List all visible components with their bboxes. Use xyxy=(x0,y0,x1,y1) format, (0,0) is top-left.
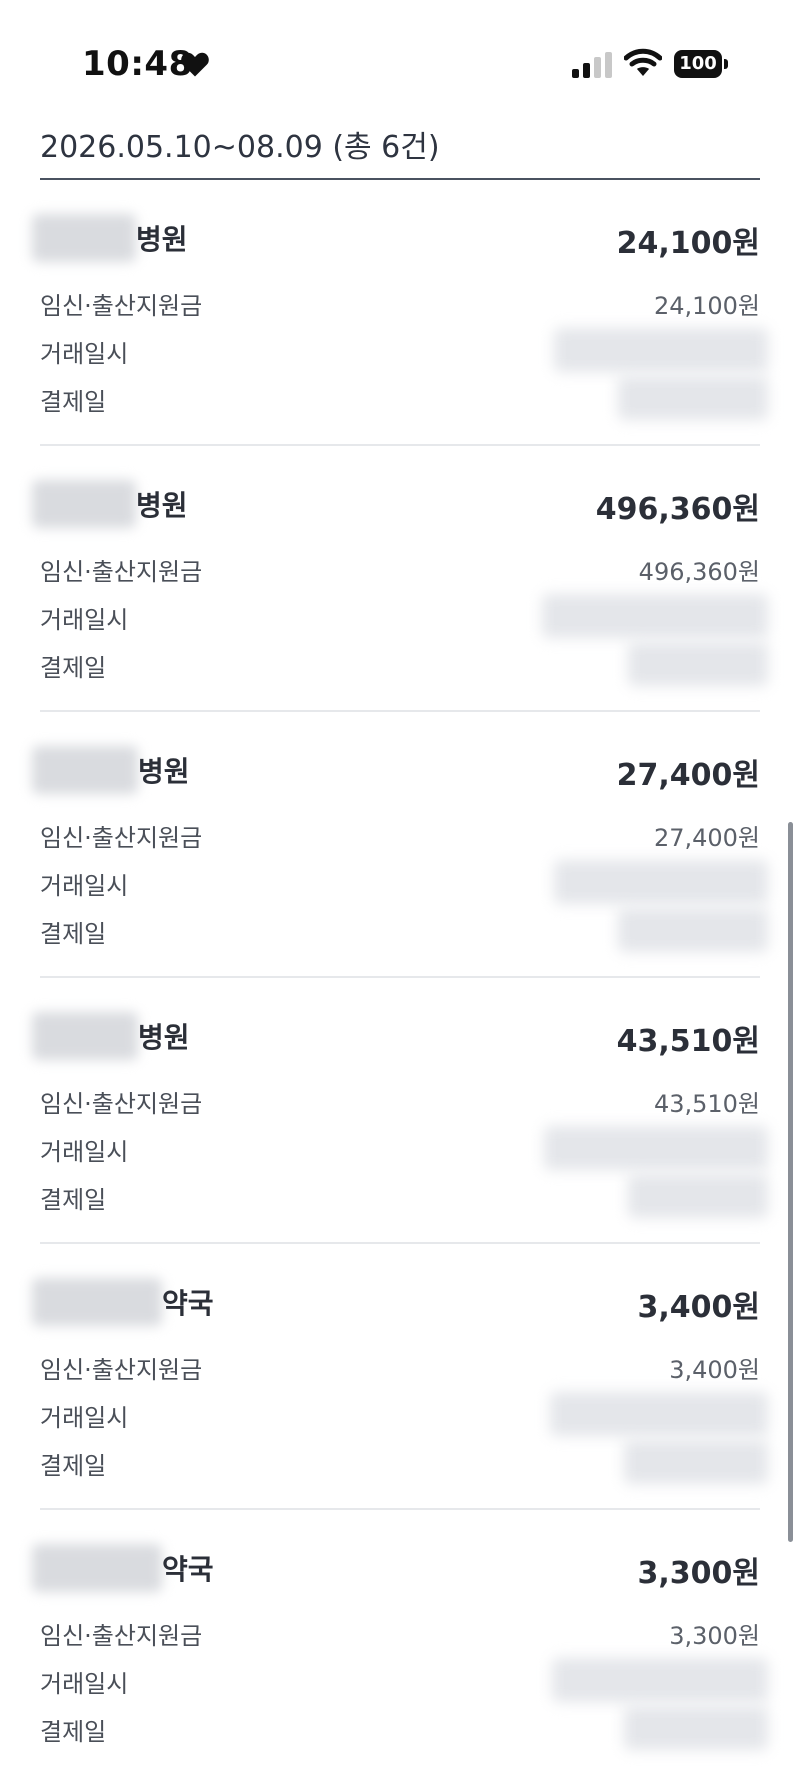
transaction-time-label: 거래일시 xyxy=(40,1670,129,1698)
merchant-row: 약국 3,300원 xyxy=(32,1544,760,1592)
transaction-card[interactable]: 병원 27,400원 임신·출산지원금 27,400원 거래일시 결제일 xyxy=(32,712,768,978)
transaction-time-label: 거래일시 xyxy=(40,340,129,368)
support-row: 임신·출산지원금 43,510원 xyxy=(40,1084,760,1118)
merchant-name-redacted xyxy=(32,746,138,794)
merchant-row: 병원 496,360원 xyxy=(32,480,760,528)
payment-date-redacted xyxy=(618,376,768,420)
transaction-time-redacted xyxy=(554,860,768,904)
transaction-time-label: 거래일시 xyxy=(40,1138,129,1166)
support-label: 임신·출산지원금 xyxy=(40,1622,203,1650)
merchant-name: 병원 xyxy=(138,755,190,788)
transaction-card[interactable]: 병원 496,360원 임신·출산지원금 496,360원 거래일시 결제일 xyxy=(32,446,768,712)
support-row: 임신·출산지원금 3,300원 xyxy=(40,1616,760,1650)
cellular-signal-icon xyxy=(572,52,612,78)
transaction-list: 병원 24,100원 임신·출산지원금 24,100원 거래일시 결제일 병원 496,360… xyxy=(32,180,768,1774)
merchant-name: 약국 xyxy=(162,1287,214,1320)
support-label: 임신·출산지원금 xyxy=(40,1090,203,1118)
payment-date-redacted xyxy=(628,1174,768,1218)
transaction-time-label: 거래일시 xyxy=(40,872,129,900)
payment-date-redacted xyxy=(628,642,768,686)
payment-date-label: 결제일 xyxy=(40,920,107,948)
support-amount: 496,360원 xyxy=(638,558,760,586)
merchant-name: 약국 xyxy=(162,1553,214,1586)
support-row: 임신·출산지원금 24,100원 xyxy=(40,286,760,320)
merchant-name-redacted xyxy=(32,214,136,262)
support-row: 임신·출산지원금 3,400원 xyxy=(40,1350,760,1384)
merchant-name-redacted xyxy=(32,1278,162,1326)
transaction-time-row: 거래일시 xyxy=(40,594,768,638)
payment-date-redacted xyxy=(624,1440,768,1484)
transaction-time-row: 거래일시 xyxy=(40,1392,768,1436)
payment-date-label: 결제일 xyxy=(40,654,107,682)
transaction-amount: 24,100원 xyxy=(616,226,760,261)
merchant-row: 병원 43,510원 xyxy=(32,1012,760,1060)
merchant-name: 병원 xyxy=(136,489,188,522)
support-amount: 43,510원 xyxy=(653,1090,760,1118)
transaction-time-redacted xyxy=(550,1392,768,1436)
support-row: 임신·출산지원금 496,360원 xyxy=(40,552,760,586)
payment-date-row: 결제일 xyxy=(40,1706,768,1750)
support-label: 임신·출산지원금 xyxy=(40,824,203,852)
heart-icon xyxy=(181,52,209,77)
transaction-card[interactable]: 병원 43,510원 임신·출산지원금 43,510원 거래일시 결제일 xyxy=(32,978,768,1244)
transaction-time-redacted xyxy=(542,594,768,638)
transaction-time-label: 거래일시 xyxy=(40,606,129,634)
payment-date-row: 결제일 xyxy=(40,1440,768,1484)
payment-date-label: 결제일 xyxy=(40,388,107,416)
transaction-card[interactable]: 약국 3,400원 임신·출산지원금 3,400원 거래일시 결제일 xyxy=(32,1244,768,1510)
merchant-row: 병원 27,400원 xyxy=(32,746,760,794)
merchant-name: 병원 xyxy=(138,1021,190,1054)
merchant-row: 병원 24,100원 xyxy=(32,214,760,262)
support-label: 임신·출산지원금 xyxy=(40,1356,203,1384)
transaction-time-row: 거래일시 xyxy=(40,328,768,372)
payment-date-label: 결제일 xyxy=(40,1186,107,1214)
transaction-amount: 496,360원 xyxy=(595,492,760,527)
transaction-amount: 43,510원 xyxy=(616,1024,760,1059)
transaction-time-redacted xyxy=(552,1658,768,1702)
transaction-time-redacted xyxy=(554,328,768,372)
wifi-icon xyxy=(624,48,662,76)
merchant-name-redacted xyxy=(32,480,136,528)
support-label: 임신·출산지원금 xyxy=(40,558,203,586)
payment-date-row: 결제일 xyxy=(40,1174,768,1218)
payment-date-label: 결제일 xyxy=(40,1452,107,1480)
battery-icon: 100 xyxy=(674,50,728,78)
merchant-name-redacted xyxy=(32,1544,162,1592)
payment-date-row: 결제일 xyxy=(40,908,768,952)
battery-level: 100 xyxy=(674,50,722,78)
transaction-time-label: 거래일시 xyxy=(40,1404,129,1432)
payment-date-label: 결제일 xyxy=(40,1718,107,1746)
payment-date-redacted xyxy=(624,1706,768,1750)
transaction-time-row: 거래일시 xyxy=(40,1658,768,1702)
payment-date-redacted xyxy=(618,908,768,952)
payment-date-row: 결제일 xyxy=(40,376,768,420)
transaction-time-redacted xyxy=(544,1126,768,1170)
transaction-card[interactable]: 병원 24,100원 임신·출산지원금 24,100원 거래일시 결제일 xyxy=(32,180,768,446)
merchant-name-redacted xyxy=(32,1012,138,1060)
support-amount: 3,300원 xyxy=(669,1622,760,1650)
transaction-amount: 3,300원 xyxy=(637,1556,761,1591)
transaction-amount: 3,400원 xyxy=(637,1290,761,1325)
transaction-card[interactable]: 약국 3,300원 임신·출산지원금 3,300원 거래일시 결제일 xyxy=(32,1510,768,1774)
support-row: 임신·출산지원금 27,400원 xyxy=(40,818,760,852)
support-label: 임신·출산지원금 xyxy=(40,292,203,320)
support-amount: 27,400원 xyxy=(653,824,760,852)
support-amount: 3,400원 xyxy=(669,1356,760,1384)
merchant-name: 병원 xyxy=(136,223,188,256)
transaction-time-row: 거래일시 xyxy=(40,860,768,904)
transaction-amount: 27,400원 xyxy=(616,758,760,793)
status-bar: 10:48 100 xyxy=(0,0,800,100)
status-time: 10:48 xyxy=(82,44,193,84)
payment-date-row: 결제일 xyxy=(40,642,768,686)
support-amount: 24,100원 xyxy=(653,292,760,320)
merchant-row: 약국 3,400원 xyxy=(32,1278,760,1326)
scrollbar[interactable] xyxy=(788,822,793,1542)
transaction-time-row: 거래일시 xyxy=(40,1126,768,1170)
period-summary: 2026.05.10~08.09 (총 6건) xyxy=(40,130,440,165)
